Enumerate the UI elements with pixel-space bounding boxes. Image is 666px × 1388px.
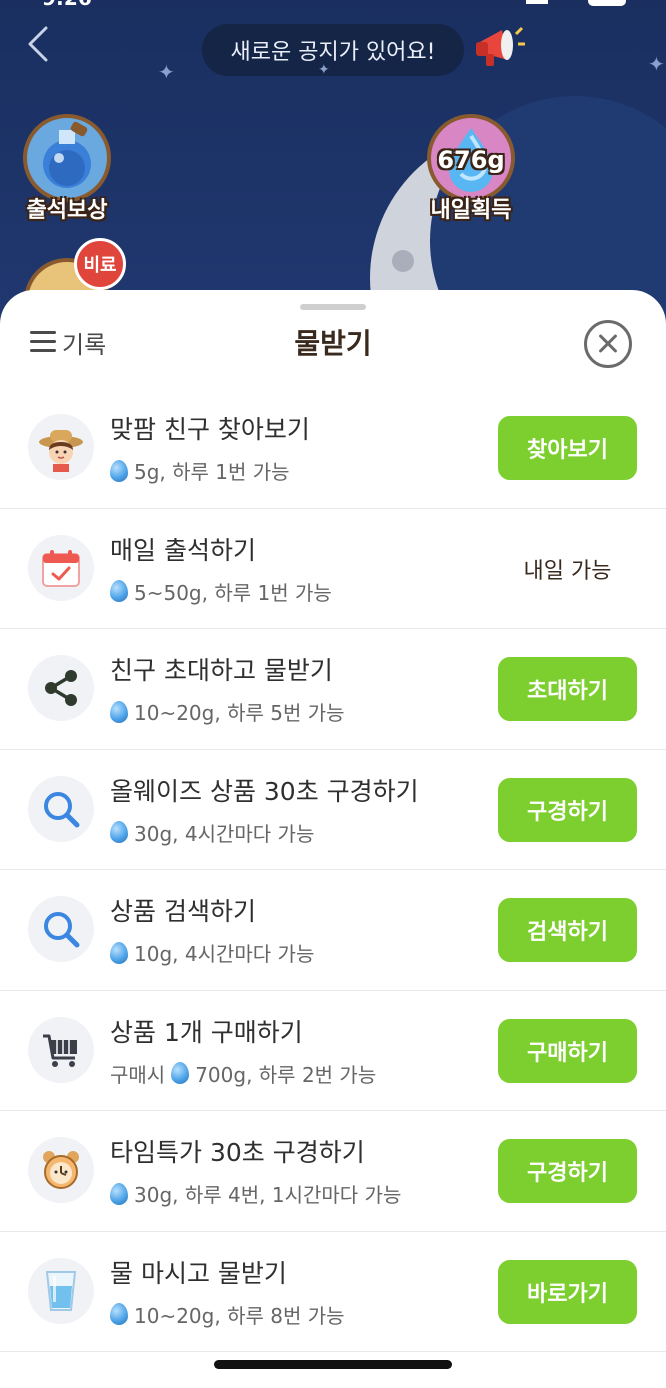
task-subtitle: 10~20g, 하루 8번 가능 xyxy=(110,1300,345,1329)
task-reward-text: 700g, 하루 2번 가능 xyxy=(195,1062,377,1087)
back-button[interactable] xyxy=(24,26,54,62)
tomorrow-reward-amount: 676g xyxy=(437,146,505,174)
task-reward-text: 10g, 4시간마다 가능 xyxy=(134,942,315,966)
signal-icon xyxy=(526,0,548,4)
task-row: 타임특가 30초 구경하기 30g, 하루 4번, 1시간마다 가능 구경하기 xyxy=(0,1111,666,1232)
time-deal-browse-button[interactable]: 구경하기 xyxy=(498,1139,637,1203)
go-now-button[interactable]: 바로가기 xyxy=(498,1259,637,1324)
task-title: 타임특가 30초 구경하기 xyxy=(110,1138,365,1167)
water-drop-icon xyxy=(110,459,128,482)
tomorrow-reward[interactable]: 676g 내일획득 xyxy=(416,114,526,223)
task-row: 올웨이즈 상품 30초 구경하기 30g, 4시간마다 가능 구경하기 xyxy=(0,750,666,870)
tomorrow-reward-label: 내일획득 xyxy=(430,198,512,223)
sparkle-icon: ✦ xyxy=(648,52,665,76)
task-row: 상품 검색하기 10g, 4시간마다 가능 검색하기 xyxy=(0,870,666,991)
farmer-avatar-icon xyxy=(28,414,94,480)
task-title: 매일 출석하기 xyxy=(110,535,256,565)
task-subtitle: 5~50g, 하루 1번 가능 xyxy=(110,577,332,606)
search-icon xyxy=(28,896,94,962)
task-reward-text: 5g, 하루 1번 가능 xyxy=(134,460,290,484)
shopping-cart-icon xyxy=(28,1016,94,1083)
fertilizer-badge: 비료 xyxy=(74,238,126,290)
potion-bottle-icon xyxy=(23,114,111,202)
home-indicator[interactable] xyxy=(214,1360,452,1369)
find-friends-button[interactable]: 찾아보기 xyxy=(498,416,637,480)
search-button[interactable]: 검색하기 xyxy=(498,898,637,962)
task-reward-prefix: 구매시 xyxy=(110,1062,166,1087)
sheet-title: 물받기 xyxy=(294,327,372,360)
task-row: 맞팜 친구 찾아보기 5g, 하루 1번 가능 찾아보기 xyxy=(0,388,666,509)
status-time: 9:26 xyxy=(42,0,92,10)
task-row: 친구 초대하고 물받기 10~20g, 하루 5번 가능 초대하기 xyxy=(0,629,666,750)
search-icon xyxy=(28,775,94,842)
task-row: 매일 출석하기 5~50g, 하루 1번 가능 내일 가능 xyxy=(0,509,666,629)
moon-crater xyxy=(392,250,414,272)
sparkle-icon: ✦ xyxy=(158,60,175,84)
task-subtitle: 10~20g, 하루 5번 가능 xyxy=(110,697,345,726)
task-row: 물 마시고 물받기 10~20g, 하루 8번 가능 바로가기 xyxy=(0,1232,666,1352)
status-bar: 9:26 xyxy=(0,0,666,10)
sheet-header: 기록 물받기 xyxy=(0,310,666,378)
task-reward-text: 10~20g, 하루 8번 가능 xyxy=(134,1303,345,1328)
close-button[interactable] xyxy=(584,320,632,368)
task-title: 맞팜 친구 찾아보기 xyxy=(110,415,310,444)
task-title: 상품 검색하기 xyxy=(110,897,256,926)
task-subtitle: 10g, 4시간마다 가능 xyxy=(110,938,314,967)
task-row: 상품 1개 구매하기 구매시 700g, 하루 2번 가능 구매하기 xyxy=(0,991,666,1111)
water-drop-icon xyxy=(110,700,128,723)
task-subtitle: 30g, 4시간마다 가능 xyxy=(110,818,314,847)
attendance-reward[interactable]: 출석보상 xyxy=(12,114,122,223)
water-drop-icon xyxy=(110,941,128,964)
task-list: 맞팜 친구 찾아보기 5g, 하루 1번 가능 찾아보기 매일 출석하기 5~5… xyxy=(0,388,666,1352)
task-subtitle: 30g, 하루 4번, 1시간마다 가능 xyxy=(110,1179,401,1208)
water-tasks-sheet: 기록 물받기 맞팜 친구 찾아보기 5g, 하루 1번 가능 찾아보기 매일 출… xyxy=(0,290,666,1388)
task-title: 상품 1개 구매하기 xyxy=(110,1017,303,1047)
battery-icon xyxy=(588,0,626,6)
task-title: 물 마시고 물받기 xyxy=(110,1258,287,1288)
status-icons xyxy=(526,0,626,8)
task-reward-text: 5~50g, 하루 1번 가능 xyxy=(134,580,332,605)
water-drop-icon xyxy=(110,580,128,602)
sparkle-icon: ✦ xyxy=(318,62,330,78)
invite-button[interactable]: 초대하기 xyxy=(498,657,637,721)
task-reward-text: 30g, 4시간마다 가능 xyxy=(134,821,315,846)
water-drop-icon xyxy=(110,821,128,843)
purchase-button[interactable]: 구매하기 xyxy=(498,1018,637,1083)
task-reward-text: 10~20g, 하루 5번 가능 xyxy=(134,701,345,725)
task-status-label: 내일 가능 xyxy=(523,558,612,584)
megaphone-icon[interactable] xyxy=(472,22,526,72)
water-drop-icon xyxy=(171,1062,190,1084)
notice-text: 새로운 공지가 있어요! xyxy=(230,40,436,65)
water-drop-icon xyxy=(110,1303,128,1325)
task-subtitle: 구매시 700g, 하루 2번 가능 xyxy=(110,1059,376,1088)
notice-banner[interactable]: 새로운 공지가 있어요! xyxy=(202,24,464,76)
share-icon xyxy=(28,655,94,721)
water-drop-icon xyxy=(110,1182,128,1205)
calendar-check-icon xyxy=(28,534,94,601)
browse-products-button[interactable]: 구경하기 xyxy=(498,777,637,842)
alarm-clock-icon xyxy=(28,1137,94,1203)
task-title: 올웨이즈 상품 30초 구경하기 xyxy=(110,776,419,806)
water-glass-icon xyxy=(28,1257,94,1324)
task-reward-text: 30g, 하루 4번, 1시간마다 가능 xyxy=(134,1183,402,1207)
attendance-reward-label: 출석보상 xyxy=(26,198,108,223)
task-subtitle: 5g, 하루 1번 가능 xyxy=(110,456,290,485)
task-title: 친구 초대하고 물받기 xyxy=(110,656,333,685)
task-row-peek: 새벽호가 둘러보기 xyxy=(0,1370,666,1388)
task-title: 새벽호가 둘러보기 xyxy=(110,1370,302,1388)
